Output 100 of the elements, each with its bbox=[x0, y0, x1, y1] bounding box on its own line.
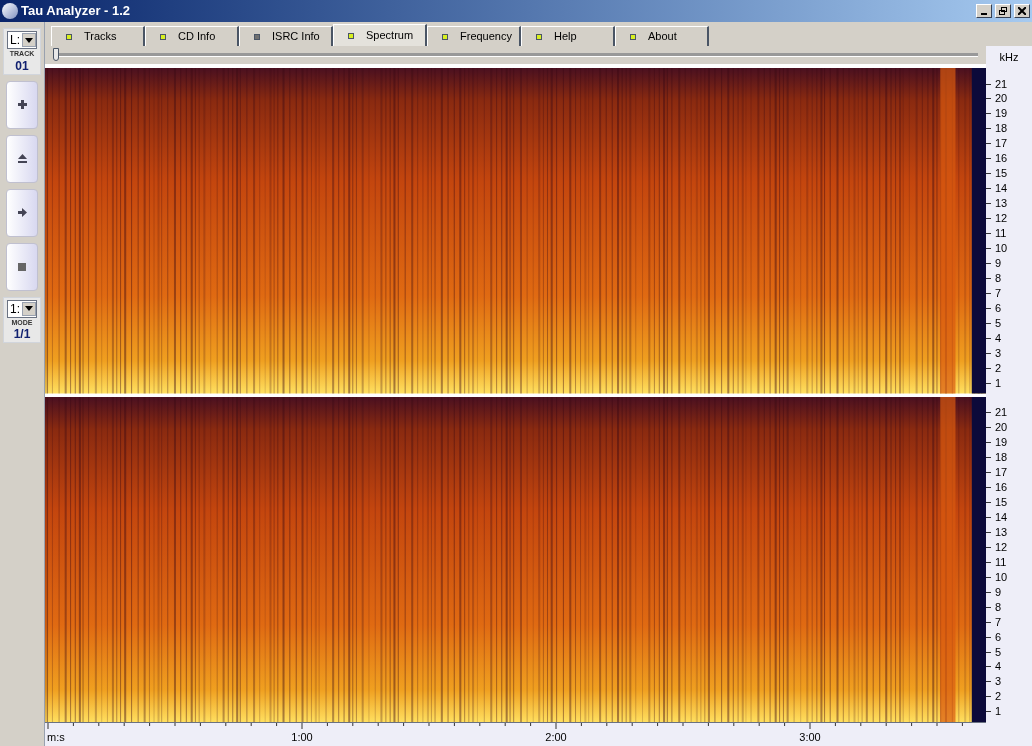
tick-mark-icon bbox=[986, 591, 991, 593]
tick-mark-icon bbox=[986, 486, 991, 488]
tick-mark-icon bbox=[986, 278, 991, 280]
slider-thumb[interactable] bbox=[53, 48, 59, 61]
frequency-label: 9 bbox=[995, 586, 1002, 598]
frequency-label: 20 bbox=[995, 421, 1008, 433]
status-led-icon bbox=[254, 33, 260, 40]
restore-button[interactable] bbox=[995, 4, 1011, 18]
frequency-label: 16 bbox=[995, 481, 1008, 493]
tick-mark-icon bbox=[986, 576, 991, 578]
frequency-label: 15 bbox=[995, 168, 1008, 180]
frequency-label: 1 bbox=[995, 377, 1002, 389]
frequency-label: 8 bbox=[995, 273, 1002, 285]
tick-mark-icon bbox=[986, 456, 991, 458]
close-button[interactable] bbox=[1014, 4, 1030, 18]
plus-icon bbox=[17, 100, 27, 109]
frequency-label: 5 bbox=[995, 318, 1002, 329]
tick-mark-icon bbox=[986, 263, 991, 265]
frequency-label: 10 bbox=[995, 243, 1008, 255]
frequency-label: 5 bbox=[995, 646, 1002, 658]
channel-select[interactable]: L: bbox=[7, 31, 37, 49]
stop-icon bbox=[18, 262, 26, 271]
tab[interactable]: Frequency bbox=[427, 26, 521, 46]
frequency-label: 3 bbox=[995, 676, 1002, 688]
frequency-label: 20 bbox=[995, 93, 1008, 105]
time-axis-label: 3:00 bbox=[799, 730, 821, 745]
eject-icon bbox=[17, 154, 27, 163]
tab[interactable]: Tracks bbox=[51, 26, 145, 46]
frequency-label: 13 bbox=[995, 526, 1008, 538]
stop-button[interactable] bbox=[6, 242, 38, 291]
tick-mark-icon bbox=[986, 128, 991, 130]
frequency-label: 11 bbox=[995, 228, 1007, 240]
status-led-icon bbox=[160, 33, 166, 40]
tick-mark-icon bbox=[986, 471, 991, 473]
track-number: 01 bbox=[15, 59, 29, 72]
frequency-label: 2 bbox=[995, 362, 1002, 374]
tick-mark-icon bbox=[986, 173, 991, 175]
status-led-icon bbox=[348, 32, 354, 39]
tab[interactable]: Help bbox=[521, 26, 615, 46]
tick-mark-icon bbox=[986, 441, 991, 443]
frequency-label: 6 bbox=[995, 631, 1002, 643]
frequency-label: 12 bbox=[995, 213, 1008, 225]
tick-mark-icon bbox=[986, 681, 991, 683]
right-arrow-icon bbox=[17, 208, 27, 217]
frequency-label: 9 bbox=[995, 258, 1002, 270]
tick-mark-icon bbox=[986, 412, 991, 413]
tick-mark-icon bbox=[986, 382, 991, 384]
status-led-icon bbox=[442, 33, 448, 40]
frequency-label: 15 bbox=[995, 496, 1008, 508]
tick-mark-icon bbox=[986, 651, 991, 653]
tick-mark-icon bbox=[986, 323, 991, 324]
tick-mark-icon bbox=[986, 531, 991, 533]
status-led-icon bbox=[536, 33, 542, 40]
tick-mark-icon bbox=[986, 143, 991, 145]
minimize-button[interactable] bbox=[976, 4, 992, 18]
frequency-label: 7 bbox=[995, 616, 1002, 628]
window-title: Tau Analyzer - 1.2 bbox=[21, 2, 132, 21]
tick-mark-icon bbox=[986, 606, 991, 608]
time-axis-label: 1:00 bbox=[291, 730, 313, 745]
frequency-label: 17 bbox=[995, 138, 1008, 150]
tick-mark-icon bbox=[986, 666, 991, 668]
frequency-label: 7 bbox=[995, 288, 1002, 300]
tick-mark-icon bbox=[986, 248, 991, 250]
eject-button[interactable] bbox=[6, 134, 38, 183]
frequency-label: 18 bbox=[995, 123, 1008, 135]
close-icon bbox=[1018, 7, 1026, 15]
frequency-label: 4 bbox=[995, 661, 1002, 673]
tab[interactable]: Spectrum bbox=[333, 24, 427, 46]
frequency-label: 6 bbox=[995, 303, 1002, 315]
frequency-label: 3 bbox=[995, 347, 1002, 359]
play-button[interactable] bbox=[6, 188, 38, 237]
tick-mark-icon bbox=[986, 233, 991, 235]
tick-mark-icon bbox=[986, 337, 991, 339]
frequency-unit: kHz bbox=[998, 49, 1020, 65]
tick-mark-icon bbox=[986, 367, 991, 369]
tick-mark-icon bbox=[986, 561, 991, 563]
tab[interactable]: About bbox=[615, 26, 709, 46]
tick-mark-icon bbox=[986, 501, 991, 503]
frequency-label: 8 bbox=[995, 601, 1002, 613]
add-button[interactable] bbox=[6, 80, 38, 129]
tick-mark-icon bbox=[986, 83, 991, 85]
frequency-label: 19 bbox=[995, 108, 1008, 120]
status-led-icon bbox=[66, 33, 72, 40]
time-axis-label: 2:00 bbox=[545, 730, 567, 745]
frequency-label: 2 bbox=[995, 691, 1002, 703]
tab[interactable]: ISRC Info bbox=[239, 26, 333, 46]
mode-select[interactable]: 1: bbox=[7, 299, 37, 318]
tick-mark-icon bbox=[986, 621, 991, 623]
tick-mark-icon bbox=[986, 293, 991, 295]
frequency-label: 19 bbox=[995, 436, 1008, 448]
frequency-label: 21 bbox=[995, 407, 1008, 418]
tab[interactable]: CD Info bbox=[145, 26, 239, 46]
frequency-label: 18 bbox=[995, 451, 1008, 463]
tick-mark-icon bbox=[986, 113, 991, 115]
frequency-label: 4 bbox=[995, 332, 1002, 344]
frequency-label: 14 bbox=[995, 183, 1008, 195]
tick-mark-icon bbox=[986, 426, 991, 428]
status-led-icon bbox=[630, 33, 636, 40]
frequency-label: 17 bbox=[995, 466, 1008, 478]
frequency-label: 21 bbox=[995, 78, 1008, 90]
